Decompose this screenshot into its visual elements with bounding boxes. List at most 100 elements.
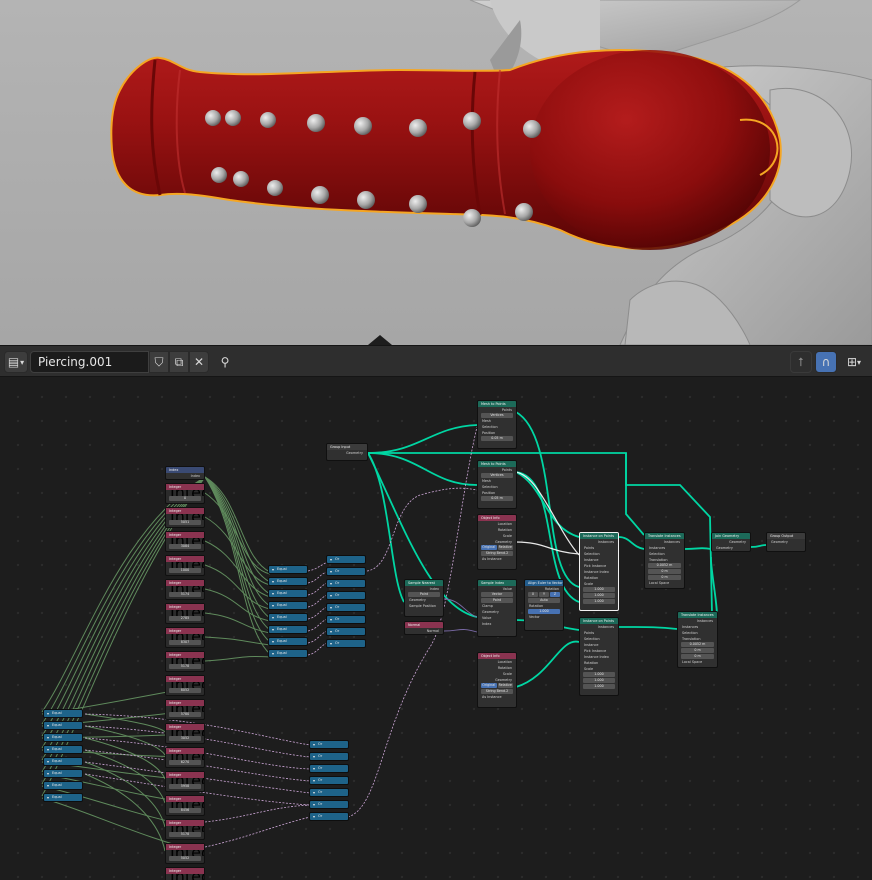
- unlink-button[interactable]: ✕: [189, 351, 209, 373]
- integer-node[interactable]: IntegerInteger3084: [165, 531, 205, 552]
- selected-object[interactable]: [110, 49, 782, 250]
- mesh-to-points-node-b[interactable]: Mesh to Points Points Vertices Mesh Sele…: [477, 460, 517, 509]
- scale-z-field[interactable]: 1.000: [583, 684, 615, 689]
- integer-node[interactable]: IntegerInteger6270: [165, 747, 205, 768]
- integer-node[interactable]: IntegerInteger5178: [165, 819, 205, 840]
- boolean-or-node[interactable]: Or: [326, 603, 366, 612]
- align-euler-node[interactable]: Align Euler to Vector Rotation X Y Z Aut…: [524, 579, 564, 631]
- integer-node[interactable]: IntegerInteger5178: [165, 651, 205, 672]
- node-group-name-field[interactable]: Piercing.001: [30, 351, 149, 373]
- integer-node[interactable]: IntegerInteger8307: [165, 627, 205, 648]
- boolean-or-node[interactable]: Or: [309, 752, 349, 761]
- equal-compare-node[interactable]: Equal: [43, 793, 83, 802]
- equal-compare-node[interactable]: Equal: [43, 769, 83, 778]
- integer-node[interactable]: IntegerInteger5780: [165, 699, 205, 720]
- equal-compare-node[interactable]: Equal: [268, 637, 308, 646]
- boolean-or-node[interactable]: Or: [326, 615, 366, 624]
- radius-field[interactable]: 0.05 m: [481, 436, 513, 441]
- sample-index-node[interactable]: Sample Index Value Vector Point Clamp Ge…: [477, 579, 517, 637]
- scale-y-field[interactable]: 1.000: [583, 593, 615, 598]
- 3d-viewport[interactable]: [0, 0, 872, 345]
- snap-element-dropdown[interactable]: ⊞ ▾: [840, 351, 868, 373]
- pin-button[interactable]: ⚲: [214, 351, 236, 373]
- axis-z-toggle[interactable]: Z: [550, 592, 560, 597]
- integer-node[interactable]: IntegerInteger8456: [165, 795, 205, 816]
- integer-value-field[interactable]: 0: [169, 496, 201, 501]
- integer-value-field[interactable]: 3052: [169, 736, 201, 741]
- translation-y-field[interactable]: 0 m: [648, 569, 681, 574]
- mesh-to-points-node-a[interactable]: Mesh to Points Points Vertices Mesh Sele…: [477, 400, 517, 449]
- as-instance-checkbox[interactable]: As Instance: [478, 694, 516, 700]
- boolean-or-node[interactable]: Or: [326, 555, 366, 564]
- as-instance-checkbox[interactable]: As Instance: [478, 556, 516, 562]
- boolean-or-node[interactable]: Or: [309, 776, 349, 785]
- integer-value-field[interactable]: 5178: [169, 664, 201, 669]
- integer-node[interactable]: IntegerInteger8052: [165, 675, 205, 696]
- equal-compare-node[interactable]: Equal: [268, 601, 308, 610]
- integer-value-field[interactable]: 5051: [169, 520, 201, 525]
- equal-compare-node[interactable]: Equal: [43, 709, 83, 718]
- data-type-dropdown[interactable]: Vector: [481, 592, 513, 597]
- translation-x-field[interactable]: 0.0052 m: [681, 642, 714, 647]
- equal-compare-node[interactable]: Equal: [43, 757, 83, 766]
- equal-compare-node[interactable]: Equal: [268, 565, 308, 574]
- equal-compare-node[interactable]: Equal: [268, 577, 308, 586]
- normal-node[interactable]: Normal Normal: [404, 621, 444, 635]
- integer-value-field[interactable]: 5178: [169, 832, 201, 837]
- integer-node[interactable]: IntegerInteger3052: [165, 723, 205, 744]
- scale-x-field[interactable]: 1.000: [583, 587, 615, 592]
- integer-value-field[interactable]: 8052: [169, 688, 201, 693]
- boolean-or-node[interactable]: Or: [309, 740, 349, 749]
- group-output-node[interactable]: Group Output Geometry: [766, 532, 806, 552]
- translate-instances-node-b[interactable]: Translate Instances Instances Instances …: [677, 611, 718, 668]
- scale-y-field[interactable]: 1.000: [583, 678, 615, 683]
- equal-compare-node[interactable]: Equal: [268, 649, 308, 658]
- integer-node[interactable]: IntegerInteger10856: [165, 867, 205, 880]
- equal-compare-node[interactable]: Equal: [43, 781, 83, 790]
- integer-node[interactable]: IntegerInteger2785: [165, 603, 205, 624]
- object-info-node-a[interactable]: Object Info Location Rotation Scale Geom…: [477, 514, 517, 570]
- equal-compare-node[interactable]: Equal: [43, 733, 83, 742]
- local-space-checkbox[interactable]: Local Space: [645, 580, 684, 586]
- integer-value-field[interactable]: 5958: [169, 784, 201, 789]
- snap-toggle[interactable]: ∩: [815, 351, 837, 373]
- join-geometry-node[interactable]: Join Geometry Geometry Geometry: [711, 532, 751, 552]
- parent-node-tree-button[interactable]: ⭡: [790, 351, 812, 373]
- instance-on-points-node-a[interactable]: Instance on Points Instances Points Sele…: [579, 532, 619, 611]
- axis-y-toggle[interactable]: Y: [539, 592, 549, 597]
- integer-value-field[interactable]: 5174: [169, 592, 201, 597]
- integer-node[interactable]: IntegerInteger5174: [165, 579, 205, 600]
- equal-compare-node[interactable]: Equal: [43, 721, 83, 730]
- scale-x-field[interactable]: 1.000: [583, 672, 615, 677]
- radius-field[interactable]: 0.05 m: [481, 496, 513, 501]
- boolean-or-node[interactable]: Or: [326, 591, 366, 600]
- integer-node[interactable]: IntegerInteger5958: [165, 771, 205, 792]
- original-toggle[interactable]: Original: [481, 683, 497, 688]
- translate-instances-node-a[interactable]: Translate Instances Instances Instances …: [644, 532, 685, 589]
- editor-type-button[interactable]: ▤ ▾: [4, 351, 28, 373]
- relative-toggle[interactable]: Relative: [497, 683, 513, 688]
- integer-value-field[interactable]: 5052: [169, 856, 201, 861]
- boolean-or-node[interactable]: Or: [326, 567, 366, 576]
- equal-compare-node[interactable]: Equal: [268, 613, 308, 622]
- integer-value-field[interactable]: 6270: [169, 760, 201, 765]
- boolean-or-node[interactable]: Or: [309, 812, 349, 821]
- boolean-or-node[interactable]: Or: [309, 788, 349, 797]
- fake-user-button[interactable]: ⛉: [149, 351, 169, 373]
- duplicate-button[interactable]: ⧉: [169, 351, 189, 373]
- integer-value-field[interactable]: 5780: [169, 712, 201, 717]
- sample-nearest-node[interactable]: Sample Nearest Index Point Geometry Samp…: [404, 579, 444, 617]
- integer-value-field[interactable]: 2785: [169, 616, 201, 621]
- integer-value-field[interactable]: 1000: [169, 568, 201, 573]
- object-info-node-b[interactable]: Object Info Location Rotation Scale Geom…: [477, 652, 517, 708]
- equal-compare-node[interactable]: Equal: [268, 589, 308, 598]
- relative-toggle[interactable]: Relative: [497, 545, 513, 550]
- boolean-or-node[interactable]: Or: [326, 627, 366, 636]
- original-toggle[interactable]: Original: [481, 545, 497, 550]
- integer-value-field[interactable]: 8456: [169, 808, 201, 813]
- axis-x-toggle[interactable]: X: [528, 592, 538, 597]
- translation-y-field[interactable]: 0 m: [681, 648, 714, 653]
- instance-on-points-node-b[interactable]: Instance on Points Instances Points Sele…: [579, 617, 619, 696]
- integer-node[interactable]: IntegerInteger5052: [165, 843, 205, 864]
- integer-node[interactable]: IntegerInteger1000: [165, 555, 205, 576]
